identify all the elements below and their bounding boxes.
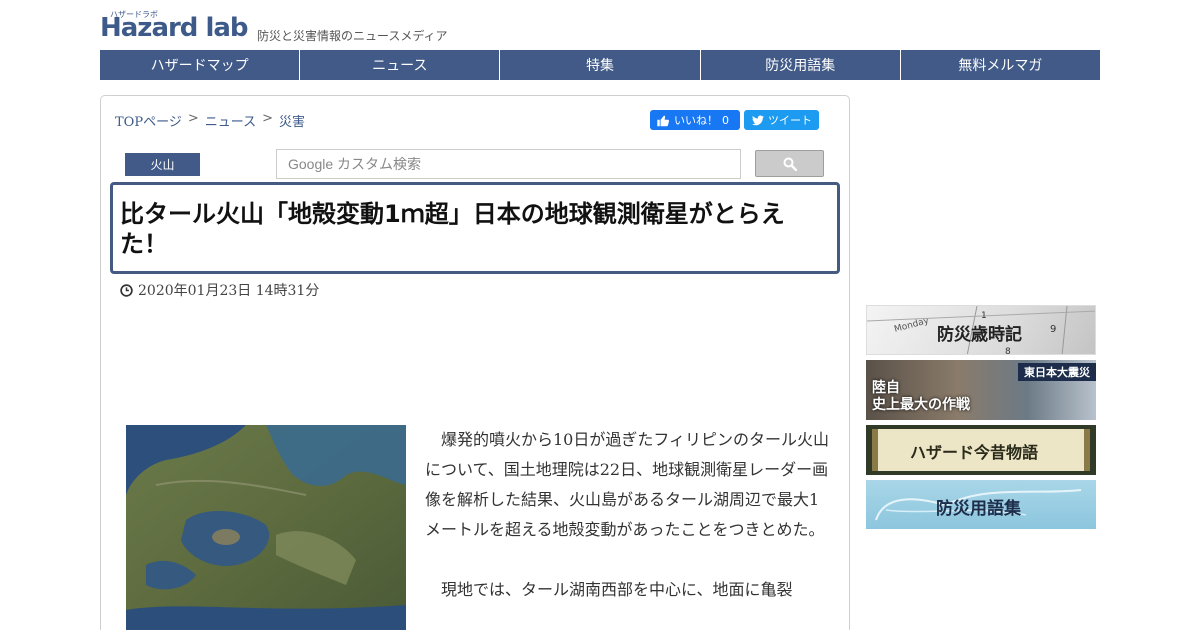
- breadcrumb-top[interactable]: TOPページ: [115, 111, 182, 130]
- banner-hazard-konjaku[interactable]: ハザード今昔物語: [866, 425, 1096, 475]
- search-button[interactable]: [755, 150, 824, 177]
- logo-wordmark: Hazard lab: [100, 13, 249, 43]
- breadcrumb-disaster[interactable]: 災害: [279, 111, 305, 130]
- banner-label: 防災用語集: [936, 499, 1021, 519]
- like-count: 0: [722, 113, 729, 127]
- nav-item-glossary[interactable]: 防災用語集: [701, 50, 901, 80]
- article-title: 比タール火山「地殻変動1ｍ超」日本の地球観測衛星がとらえた！: [120, 200, 785, 258]
- banner-bousai-saijiki[interactable]: Monday 9 8 1 防災歳時記: [866, 305, 1096, 355]
- banner-tag: 東日本大震災: [1018, 363, 1096, 381]
- site-logo[interactable]: ハザードラボ Hazard lab: [100, 10, 249, 43]
- site-tagline: 防災と災害情報のニュースメディア: [257, 29, 448, 43]
- like-label: いいね！: [674, 114, 718, 127]
- banner-label: ハザード今昔物語: [910, 443, 1039, 462]
- banner-label: 防災歳時記: [937, 325, 1022, 345]
- breadcrumb-separator: >: [262, 111, 273, 126]
- main-nav: ハザードマップ ニュース 特集 防災用語集 無料メルマガ: [100, 50, 1100, 80]
- satellite-photo: [126, 425, 406, 630]
- twitter-bird-icon: [752, 115, 764, 125]
- breadcrumb-separator: >: [187, 111, 199, 126]
- svg-text:9: 9: [1050, 324, 1056, 335]
- search-input[interactable]: [277, 150, 740, 178]
- banner-rikuji-operation[interactable]: 陸自 史上最大の作戦 東日本大震災: [866, 360, 1096, 420]
- tweet-label: ツイート: [768, 114, 812, 127]
- nav-item-features[interactable]: 特集: [500, 50, 701, 80]
- article-body: 爆発的噴火から10日が過ぎたフィリピンのタール火山について、国土地理院は22日、…: [425, 425, 830, 630]
- search-icon: [783, 157, 797, 171]
- svg-text:8: 8: [1005, 347, 1011, 355]
- tweet-button[interactable]: ツイート: [744, 110, 819, 130]
- banner-glossary[interactable]: 防災用語集: [866, 480, 1096, 529]
- banner-label: 陸自 史上最大の作戦: [872, 380, 970, 413]
- date-text: 2020年01月23日 14時31分: [138, 283, 320, 299]
- article-date: 2020年01月23日 14時31分: [120, 280, 319, 300]
- article-paragraph: 爆発的噴火から10日が過ぎたフィリピンのタール火山について、国土地理院は22日、…: [425, 430, 830, 539]
- facebook-like-button[interactable]: いいね！ 0: [650, 110, 740, 130]
- search-field[interactable]: [276, 149, 741, 179]
- breadcrumb: TOPページ > ニュース > 災害: [115, 111, 305, 130]
- category-tag[interactable]: 火山: [125, 153, 200, 176]
- article-title-box: 比タール火山「地殻変動1ｍ超」日本の地球観測衛星がとらえた！: [110, 182, 840, 274]
- thumbs-up-icon: [657, 115, 670, 126]
- nav-item-hazard-map[interactable]: ハザードマップ: [100, 50, 301, 80]
- nav-item-news[interactable]: ニュース: [300, 50, 501, 80]
- nav-item-newsletter[interactable]: 無料メルマガ: [901, 50, 1100, 80]
- clock-icon: [120, 283, 133, 297]
- breadcrumb-news[interactable]: ニュース: [205, 111, 256, 130]
- article-paragraph: 現地では、タール湖南西部を中心に、地面に亀裂: [441, 580, 793, 599]
